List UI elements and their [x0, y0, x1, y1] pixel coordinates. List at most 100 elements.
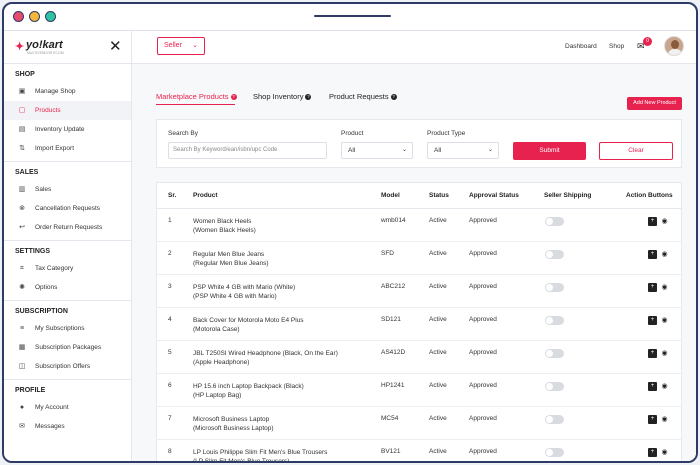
product-type-select[interactable]: All ⌄ [427, 142, 499, 159]
sidebar-item-products[interactable]: ▢ Products [4, 101, 131, 120]
brand-tagline: MULTIVENDOR ECOM [27, 51, 64, 55]
products-table: Sr. Product Model Status Approval Status… [156, 182, 682, 463]
product-subtitle: (LP Slim Fit Men's Blue Trousers) [193, 458, 290, 463]
table-row: 4 Back Cover for Motorola Moto E4 Plus (Mo… [157, 308, 681, 341]
sidebar-item-label: Tax Category [35, 265, 74, 272]
plus-icon[interactable]: + [648, 448, 657, 457]
sidebar-item-order-return-requests[interactable]: ↩ Order Return Requests [4, 218, 131, 237]
maximize-window-dot[interactable] [45, 11, 56, 22]
sidebar-item-cancellation-requests[interactable]: ⊗ Cancellation Requests [4, 199, 131, 218]
eye-icon[interactable]: ◉ [660, 349, 669, 358]
submit-button[interactable]: Submit [513, 142, 586, 160]
cell-approval: Approved [469, 349, 497, 356]
eye-icon[interactable]: ◉ [660, 415, 669, 424]
search-input[interactable]: Search By Keyword/ean/isbn/upc Code [168, 142, 327, 159]
eye-icon[interactable]: ◉ [660, 217, 669, 226]
sidebar-section: PROFILE ● My Account ✉ Messages [4, 379, 131, 439]
seller-shipping-toggle[interactable] [545, 349, 564, 358]
plus-icon[interactable]: + [648, 415, 657, 424]
dashboard-link[interactable]: Dashboard [565, 43, 597, 50]
browser-frame: ✦ yo!kart MULTIVENDOR ECOM ✕ SHOP ▣ Manage… [2, 2, 698, 463]
cell-product: LP Louis Philippe Slim Fit Men's Blue Tr… [193, 448, 327, 463]
product-subtitle: (Women Black Heels) [193, 227, 256, 234]
seller-shipping-toggle[interactable] [545, 316, 564, 325]
topbar: Seller ⌄ Dashboard Shop ✉ 0 [132, 31, 696, 64]
sidebar-item-label: Manage Shop [35, 88, 76, 95]
yokart-logo-icon: ✦ [15, 41, 25, 53]
cancel-icon: ⊗ [19, 205, 25, 212]
table-row: 7 Microsoft Business Laptop (Microsoft Bus… [157, 407, 681, 440]
cell-model: SD121 [381, 316, 401, 323]
product-name: HP 15.6 inch Laptop Backpack (Black) [193, 383, 304, 390]
sidebar-item-import-export[interactable]: ⇅ Import Export [4, 139, 131, 158]
add-new-product-button[interactable]: Add New Product [627, 97, 682, 110]
plus-icon[interactable]: + [648, 217, 657, 226]
sidebar-item-subscription-offers[interactable]: ◫ Subscription Offers [4, 357, 131, 376]
seller-shipping-toggle[interactable] [545, 415, 564, 424]
chevron-down-icon: ⌄ [192, 42, 198, 49]
seller-shipping-toggle[interactable] [545, 382, 564, 391]
minimize-window-dot[interactable] [29, 11, 40, 22]
cell-sr: 8 [168, 448, 172, 455]
shop-link[interactable]: Shop [609, 43, 624, 50]
clear-button[interactable]: Clear [599, 142, 673, 160]
cell-status: Active [429, 283, 447, 290]
sidebar-item-manage-shop[interactable]: ▣ Manage Shop [4, 82, 131, 101]
sidebar-item-options[interactable]: ✺ Options [4, 278, 131, 297]
product-name: Back Cover for Motorola Moto E4 Plus [193, 317, 304, 324]
cell-status: Active [429, 349, 447, 356]
sidebar-item-my-subscriptions[interactable]: ≡ My Subscriptions [4, 319, 131, 338]
plus-icon[interactable]: + [648, 283, 657, 292]
sidebar-item-label: Subscription Offers [35, 363, 91, 370]
eye-icon[interactable]: ◉ [660, 448, 669, 457]
box-icon: ▢ [18, 107, 26, 114]
cell-product: HP 15.6 inch Laptop Backpack (Black) (HP … [193, 382, 304, 400]
eye-icon[interactable]: ◉ [660, 316, 669, 325]
cell-model: BV121 [381, 448, 401, 455]
active-tab-underline [156, 104, 235, 105]
plus-icon[interactable]: + [648, 382, 657, 391]
close-sidebar-icon[interactable]: ✕ [109, 37, 122, 55]
sidebar-item-subscription-packages[interactable]: ▦ Subscription Packages [4, 338, 131, 357]
brand-logo: yo!kart [26, 39, 63, 51]
product-name: Microsoft Business Laptop [193, 416, 270, 423]
product-subtitle: (Motorola Case) [193, 326, 240, 333]
tab-product-requests[interactable]: Product Requests? [329, 92, 397, 101]
plus-icon[interactable]: + [648, 349, 657, 358]
tag-icon: ⌗ [20, 265, 24, 272]
return-icon: ↩ [19, 224, 25, 231]
tab-shop-inventory[interactable]: Shop Inventory? [253, 92, 312, 101]
cell-approval: Approved [469, 217, 497, 224]
sidebar-section-title: PROFILE [15, 387, 46, 394]
close-window-dot[interactable] [13, 11, 24, 22]
seller-shipping-toggle[interactable] [545, 217, 564, 226]
product-select[interactable]: All ⌄ [341, 142, 413, 159]
seller-dropdown[interactable]: Seller ⌄ [157, 37, 205, 55]
eye-icon[interactable]: ◉ [660, 283, 669, 292]
plus-icon[interactable]: + [648, 316, 657, 325]
seller-shipping-toggle[interactable] [545, 448, 564, 457]
sidebar-item-sales[interactable]: ▥ Sales [4, 180, 131, 199]
eye-icon[interactable]: ◉ [660, 250, 669, 259]
table-row: 5 JBL T250SI Wired Headphone (Black, On t… [157, 341, 681, 374]
sidebar-item-inventory-update[interactable]: ▤ Inventory Update [4, 120, 131, 139]
sidebar-item-my-account[interactable]: ● My Account [4, 398, 131, 417]
avatar[interactable] [664, 36, 684, 56]
cell-sr: 4 [168, 316, 172, 323]
seller-shipping-toggle[interactable] [545, 250, 564, 259]
eye-icon[interactable]: ◉ [660, 382, 669, 391]
seller-shipping-toggle[interactable] [545, 283, 564, 292]
sidebar-item-tax-category[interactable]: ⌗ Tax Category [4, 259, 131, 278]
cell-sr: 2 [168, 250, 172, 257]
search-label: Search By [168, 130, 198, 137]
product-subtitle: (PSP White 4 GB with Mario) [193, 293, 277, 300]
logo-row: ✦ yo!kart MULTIVENDOR ECOM ✕ [4, 31, 131, 64]
product-subtitle: (Apple Headphone) [193, 359, 250, 366]
sidebar-item-label: Subscription Packages [35, 344, 102, 351]
col-header-sr: Sr. [168, 192, 177, 199]
tab-marketplace-products[interactable]: Marketplace Products? [156, 92, 237, 101]
plus-icon[interactable]: + [648, 250, 657, 259]
product-name: PSP White 4 GB with Mario (White) [193, 284, 296, 291]
product-name: JBL T250SI Wired Headphone (Black, On th… [193, 350, 338, 357]
sidebar-item-messages[interactable]: ✉ Messages [4, 417, 131, 436]
